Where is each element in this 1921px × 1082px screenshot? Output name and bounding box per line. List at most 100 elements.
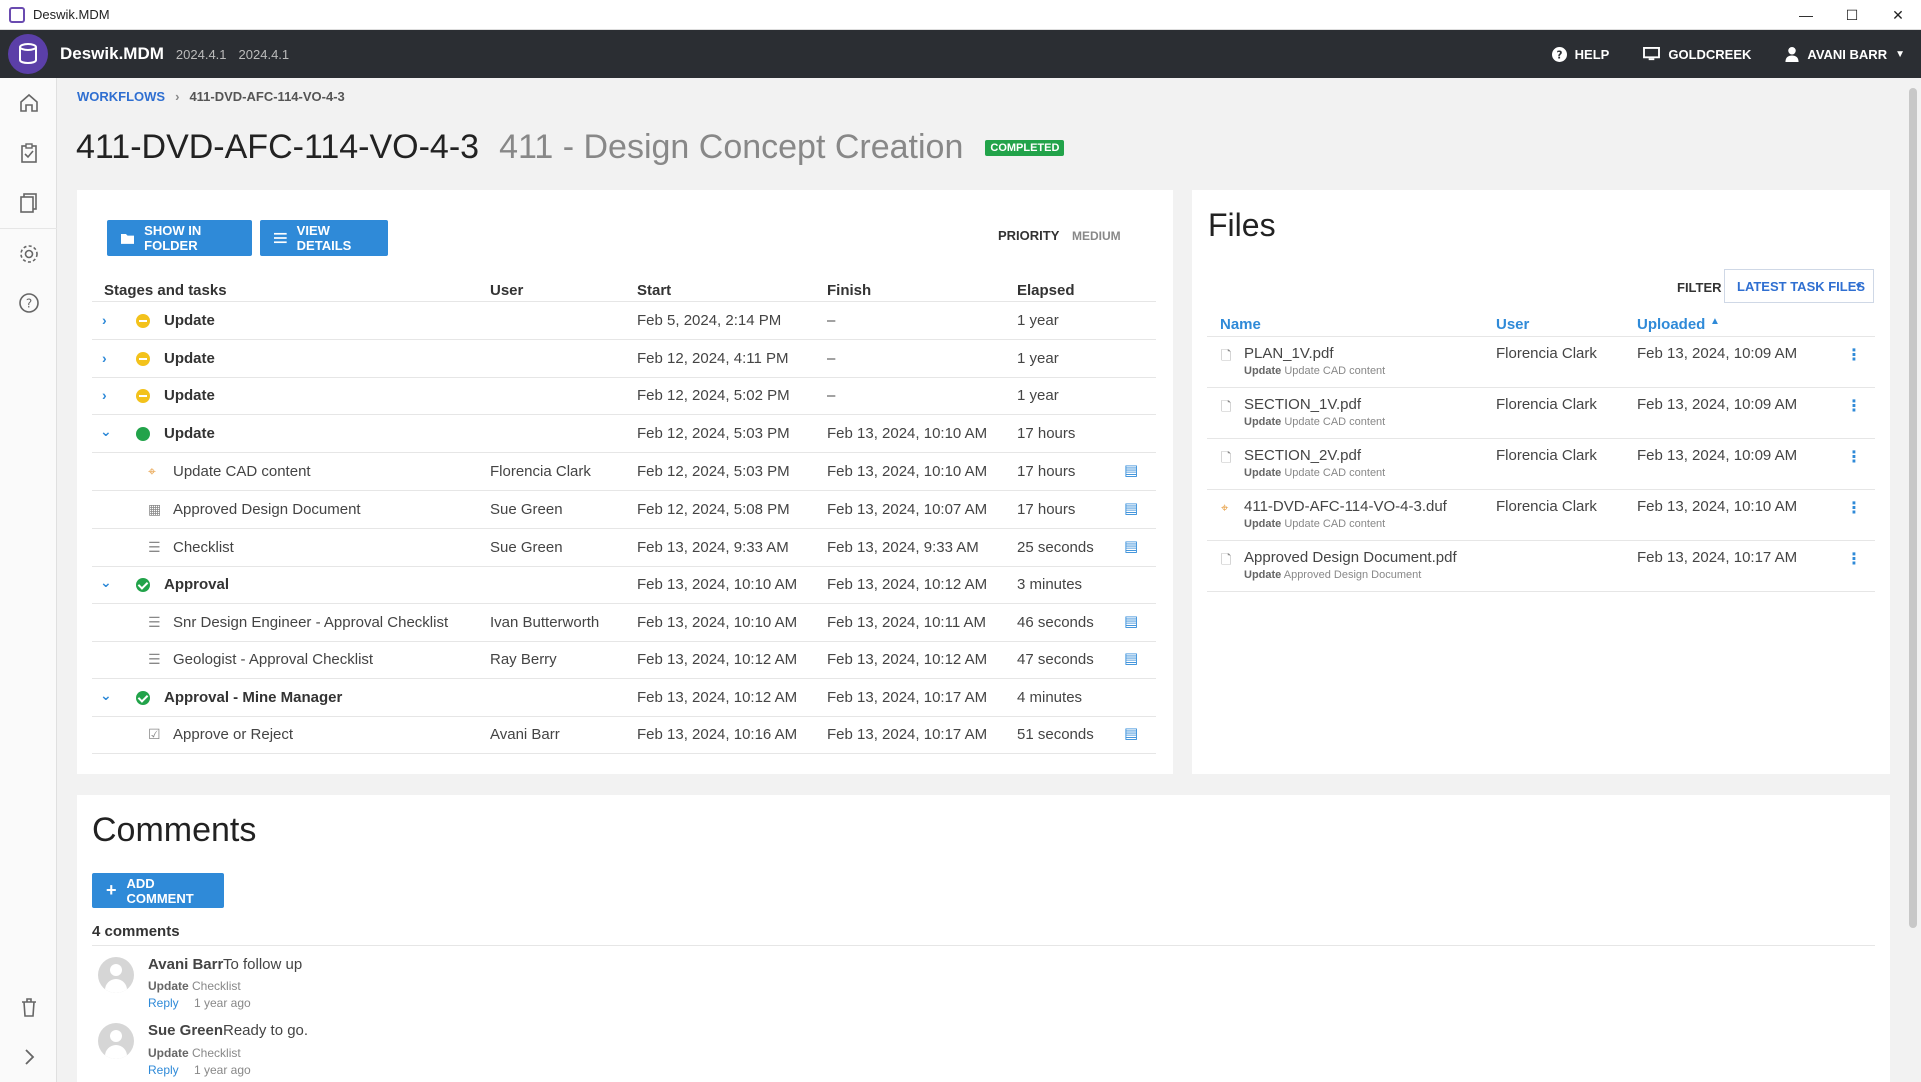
help-menu[interactable]: ? HELP [1551,46,1609,62]
stage-start: Feb 13, 2024, 10:10 AM [637,576,798,593]
file-filter-dropdown[interactable]: LATEST TASK FILES ▼ [1724,269,1874,303]
task-details-icon[interactable]: ▤ [1124,537,1138,555]
task-row[interactable]: ☰ Geologist - Approval Checklist Ray Ber… [92,641,1156,679]
svg-text:?: ? [1556,49,1562,61]
chevron-right-icon[interactable]: › [102,312,107,328]
chevron-right-icon[interactable]: › [102,350,107,366]
file-name[interactable]: Approved Design Document.pdf [1244,549,1457,566]
checklist-task-icon: ☰ [148,539,161,555]
task-details-icon[interactable]: ▤ [1124,612,1138,630]
nav-tasks[interactable] [0,128,57,178]
stage-row[interactable]: ⌄ Update Feb 12, 2024, 5:03 PM Feb 13, 2… [92,415,1156,453]
file-row[interactable]: ⌖ 411-DVD-AFC-114-VO-4-3.duf Update Upda… [1207,490,1875,541]
kebab-menu-icon[interactable]: ⋮ [1846,498,1862,518]
page-scrollbar[interactable] [1905,78,1921,1082]
file-user: Florencia Clark [1496,498,1597,515]
nav-home[interactable] [0,78,57,128]
task-elapsed: 17 hours [1017,463,1076,480]
nav-settings[interactable] [0,228,57,278]
task-details-icon[interactable]: ▤ [1124,724,1138,742]
nav-documents[interactable] [0,178,57,228]
clipboard-check-icon [20,143,37,163]
app-header: Deswik.MDM 2024.4.1 2024.4.1 ? HELP GOLD… [0,30,1921,78]
task-row[interactable]: ☰ Checklist Sue Green Feb 13, 2024, 9:33… [92,529,1156,567]
task-finish: Feb 13, 2024, 10:10 AM [827,463,988,480]
kebab-menu-icon[interactable]: ⋮ [1846,396,1862,416]
window-title: Deswik.MDM [33,7,110,22]
chevron-down-icon[interactable]: ⌄ [100,687,112,704]
stage-row[interactable]: ⌄ Approval Feb 13, 2024, 10:10 AM Feb 13… [92,566,1156,604]
task-name: Geologist - Approval Checklist [173,651,374,668]
show-in-folder-button[interactable]: SHOW IN FOLDER [107,220,252,256]
view-details-button[interactable]: VIEW DETAILS [260,220,388,256]
nav-trash[interactable] [0,982,57,1032]
file-icon: 🗋 [1221,552,1232,567]
stage-row[interactable]: › Update Feb 12, 2024, 4:11 PM – 1 year [92,340,1156,378]
checklist-task-icon: ☰ [148,651,161,667]
comment-time: 1 year ago [194,996,251,1010]
col-stages-and-tasks: Stages and tasks [104,282,227,299]
workflow-id: 411-DVD-AFC-114-VO-4-3 [76,128,480,166]
task-details-icon[interactable]: ▤ [1124,649,1138,667]
reply-link[interactable]: Reply [148,996,179,1010]
approved-status-icon [136,691,150,709]
file-name[interactable]: SECTION_1V.pdf [1244,396,1361,413]
file-row[interactable]: 🗋 PLAN_1V.pdf Update Update CAD content … [1207,337,1875,388]
breadcrumb-workflows-link[interactable]: WORKFLOWS [77,89,165,104]
file-name[interactable]: 411-DVD-AFC-114-VO-4-3.duf [1244,498,1447,515]
brand-name: Deswik.MDM [60,44,164,63]
app-logo-icon[interactable] [8,34,48,74]
task-row[interactable]: ▦ Approved Design Document Sue Green Feb… [92,491,1156,529]
files-col-uploaded[interactable]: Uploaded [1637,316,1705,333]
cad-task-icon: ⌖ [148,463,156,479]
user-menu[interactable]: AVANI BARR ▼ [1785,46,1905,62]
task-row[interactable]: ☰ Snr Design Engineer - Approval Checkli… [92,604,1156,642]
file-name[interactable]: PLAN_1V.pdf [1244,345,1334,362]
task-row[interactable]: ☑ Approve or Reject Avani Barr Feb 13, 2… [92,716,1156,754]
task-name: Snr Design Engineer - Approval Checklist [173,614,449,631]
nav-expand[interactable] [0,1032,57,1082]
window-titlebar: Deswik.MDM — ☐ ✕ [0,0,1921,30]
gear-icon [19,244,38,263]
header-actions: ? HELP GOLDCREEK AVANI BARR ▼ [1551,30,1905,78]
help-icon: ? [18,293,39,313]
chevron-down-icon[interactable]: ⌄ [100,423,112,440]
task-row[interactable]: ⌖ Update CAD content Florencia Clark Feb… [92,453,1156,491]
task-name: Update CAD content [173,463,311,480]
help-circle-icon: ? [1551,46,1567,62]
scrollbar-thumb[interactable] [1909,88,1917,928]
add-comment-button[interactable]: + ADD COMMENT [92,873,224,908]
close-window-button[interactable]: ✕ [1875,0,1921,30]
file-name[interactable]: SECTION_2V.pdf [1244,447,1361,464]
task-details-icon[interactable]: ▤ [1124,461,1138,479]
kebab-menu-icon[interactable]: ⋮ [1846,549,1862,569]
status-badge: COMPLETED [985,139,1065,156]
stage-row[interactable]: › Update Feb 5, 2024, 2:14 PM – 1 year [92,302,1156,340]
nav-help[interactable]: ? [0,278,57,328]
file-user: Florencia Clark [1496,396,1597,413]
task-details-icon[interactable]: ▤ [1124,499,1138,517]
kebab-menu-icon[interactable]: ⋮ [1846,345,1862,365]
stage-row[interactable]: ⌄ Approval - Mine Manager Feb 13, 2024, … [92,679,1156,717]
chevron-right-icon [24,1049,34,1065]
files-col-name[interactable]: Name [1220,316,1261,333]
file-row[interactable]: 🗋 SECTION_1V.pdf Update Update CAD conte… [1207,388,1875,439]
reply-link[interactable]: Reply [148,1063,179,1077]
files-col-user[interactable]: User [1496,316,1529,333]
task-start: Feb 13, 2024, 10:12 AM [637,651,798,668]
workspace-menu[interactable]: GOLDCREEK [1643,46,1751,62]
file-row[interactable]: 🗋 Approved Design Document.pdf Update Ap… [1207,541,1875,592]
file-context: Update Update CAD content [1244,416,1386,428]
maximize-button[interactable]: ☐ [1829,0,1875,30]
pending-status-icon [136,314,150,332]
chevron-down-icon[interactable]: ⌄ [100,574,112,591]
kebab-menu-icon[interactable]: ⋮ [1846,447,1862,467]
app-window-icon [9,6,25,23]
stage-row[interactable]: › Update Feb 12, 2024, 5:02 PM – 1 year [92,377,1156,415]
file-row[interactable]: 🗋 SECTION_2V.pdf Update Update CAD conte… [1207,439,1875,490]
chevron-right-icon[interactable]: › [102,387,107,403]
stage-elapsed: 1 year [1017,387,1059,404]
minimize-button[interactable]: — [1783,0,1829,30]
file-uploaded: Feb 13, 2024, 10:17 AM [1637,549,1798,566]
document-task-icon: ▦ [148,501,162,517]
